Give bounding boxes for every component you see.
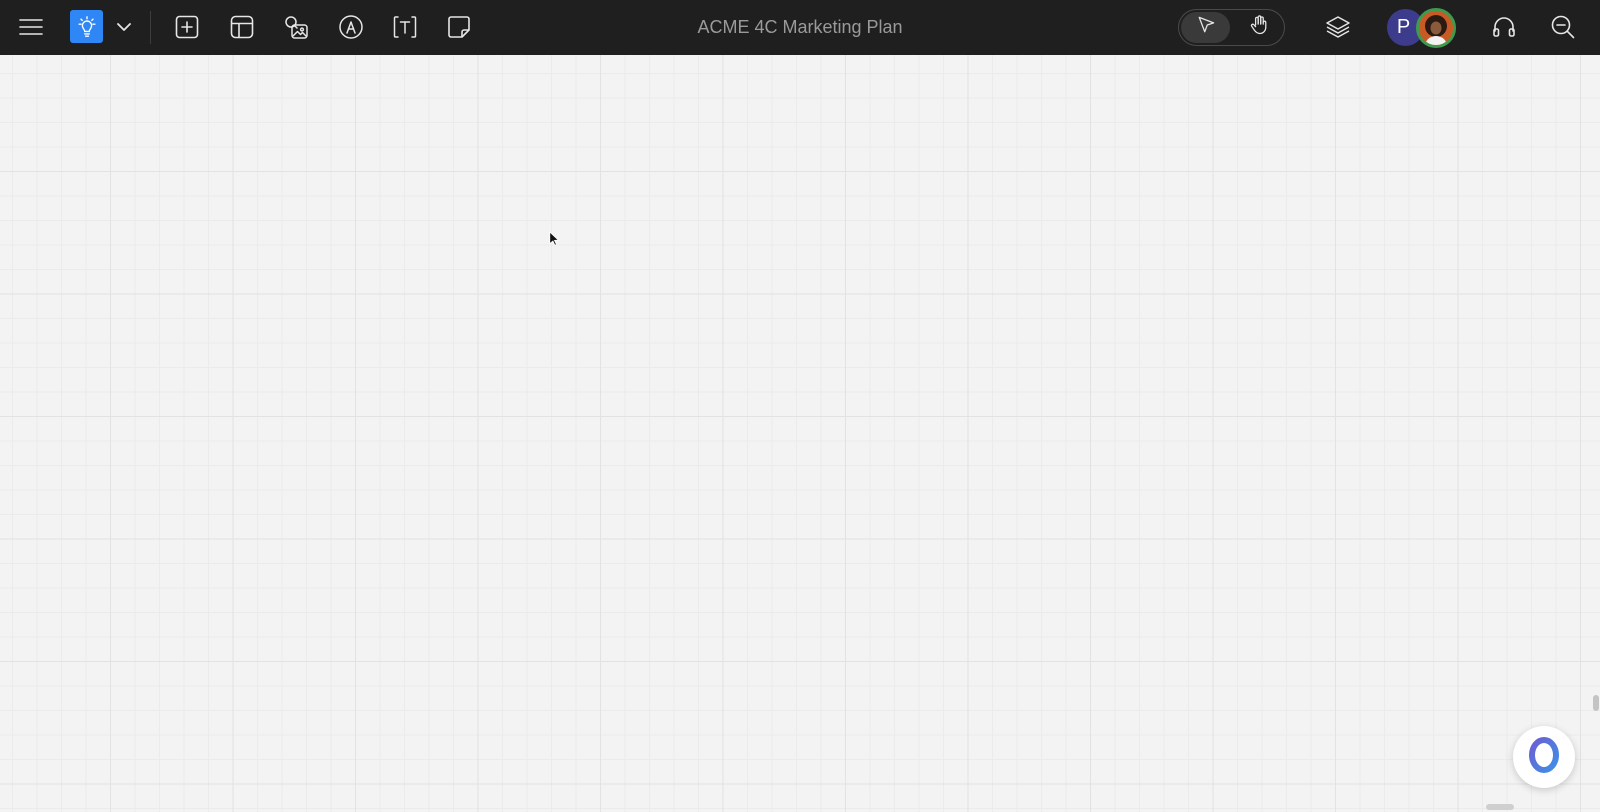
lightbulb-icon[interactable]: [70, 10, 103, 43]
pan-mode-button[interactable]: [1234, 12, 1283, 43]
document-title[interactable]: ACME 4C Marketing Plan: [697, 17, 902, 38]
pen-nib-icon[interactable]: [333, 9, 369, 45]
avatar-initial: P: [1396, 16, 1411, 38]
sticky-note-icon[interactable]: [441, 9, 477, 45]
assistant-button[interactable]: [1513, 726, 1575, 788]
whiteboard-canvas[interactable]: [0, 55, 1600, 812]
text-box-icon[interactable]: [387, 9, 423, 45]
toolbar-divider: [150, 11, 151, 44]
layers-icon[interactable]: [1320, 9, 1356, 45]
user-photo-icon: [1419, 11, 1453, 45]
pointer-arrow-icon: [1195, 14, 1217, 41]
select-mode-button[interactable]: [1181, 12, 1230, 43]
hamburger-menu-icon[interactable]: [13, 9, 49, 45]
headphones-icon[interactable]: [1486, 9, 1522, 45]
layout-template-icon[interactable]: [224, 9, 260, 45]
collaborator-avatar-photo[interactable]: [1416, 8, 1456, 48]
zoom-out-icon[interactable]: [1545, 9, 1581, 45]
image-search-icon[interactable]: [278, 9, 314, 45]
assistant-ring-icon: [1524, 735, 1564, 780]
vertical-scrollbar[interactable]: [1593, 695, 1599, 711]
top-toolbar: ACME 4C Marketing Plan P: [0, 0, 1600, 55]
mouse-cursor-icon: [549, 231, 560, 252]
horizontal-scrollbar[interactable]: [1486, 804, 1514, 810]
hand-icon: [1248, 14, 1270, 41]
plus-square-icon[interactable]: [169, 9, 205, 45]
chevron-down-icon[interactable]: [106, 9, 142, 45]
interaction-mode-toggle: [1178, 9, 1285, 46]
